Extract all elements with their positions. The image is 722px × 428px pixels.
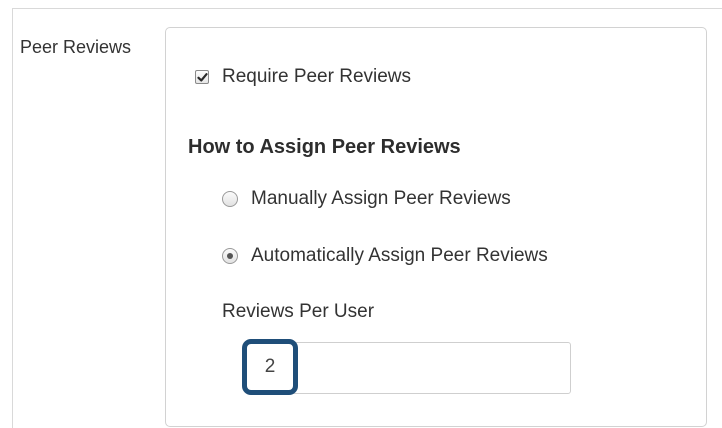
- require-peer-reviews-option[interactable]: Require Peer Reviews: [195, 66, 411, 88]
- require-peer-reviews-label: Require Peer Reviews: [222, 66, 412, 87]
- require-peer-reviews-checkbox[interactable]: [195, 70, 209, 84]
- reviews-per-user-input[interactable]: [251, 342, 571, 394]
- reviews-per-user-value-highlight[interactable]: 2: [242, 339, 298, 395]
- reviews-per-user-label: Reviews Per User: [222, 301, 375, 322]
- manual-assign-radio[interactable]: [222, 191, 238, 207]
- manual-assign-label: Manually Assign Peer Reviews: [251, 188, 511, 209]
- check-icon: [197, 73, 208, 82]
- section-label-peer-reviews: Peer Reviews: [20, 37, 132, 57]
- reviews-per-user-value: 2: [264, 356, 276, 377]
- automatic-assign-option[interactable]: Automatically Assign Peer Reviews: [222, 245, 548, 267]
- automatic-assign-radio[interactable]: [222, 248, 238, 264]
- manual-assign-option[interactable]: Manually Assign Peer Reviews: [222, 188, 511, 210]
- automatic-assign-label: Automatically Assign Peer Reviews: [251, 245, 548, 266]
- assign-heading: How to Assign Peer Reviews: [188, 136, 461, 158]
